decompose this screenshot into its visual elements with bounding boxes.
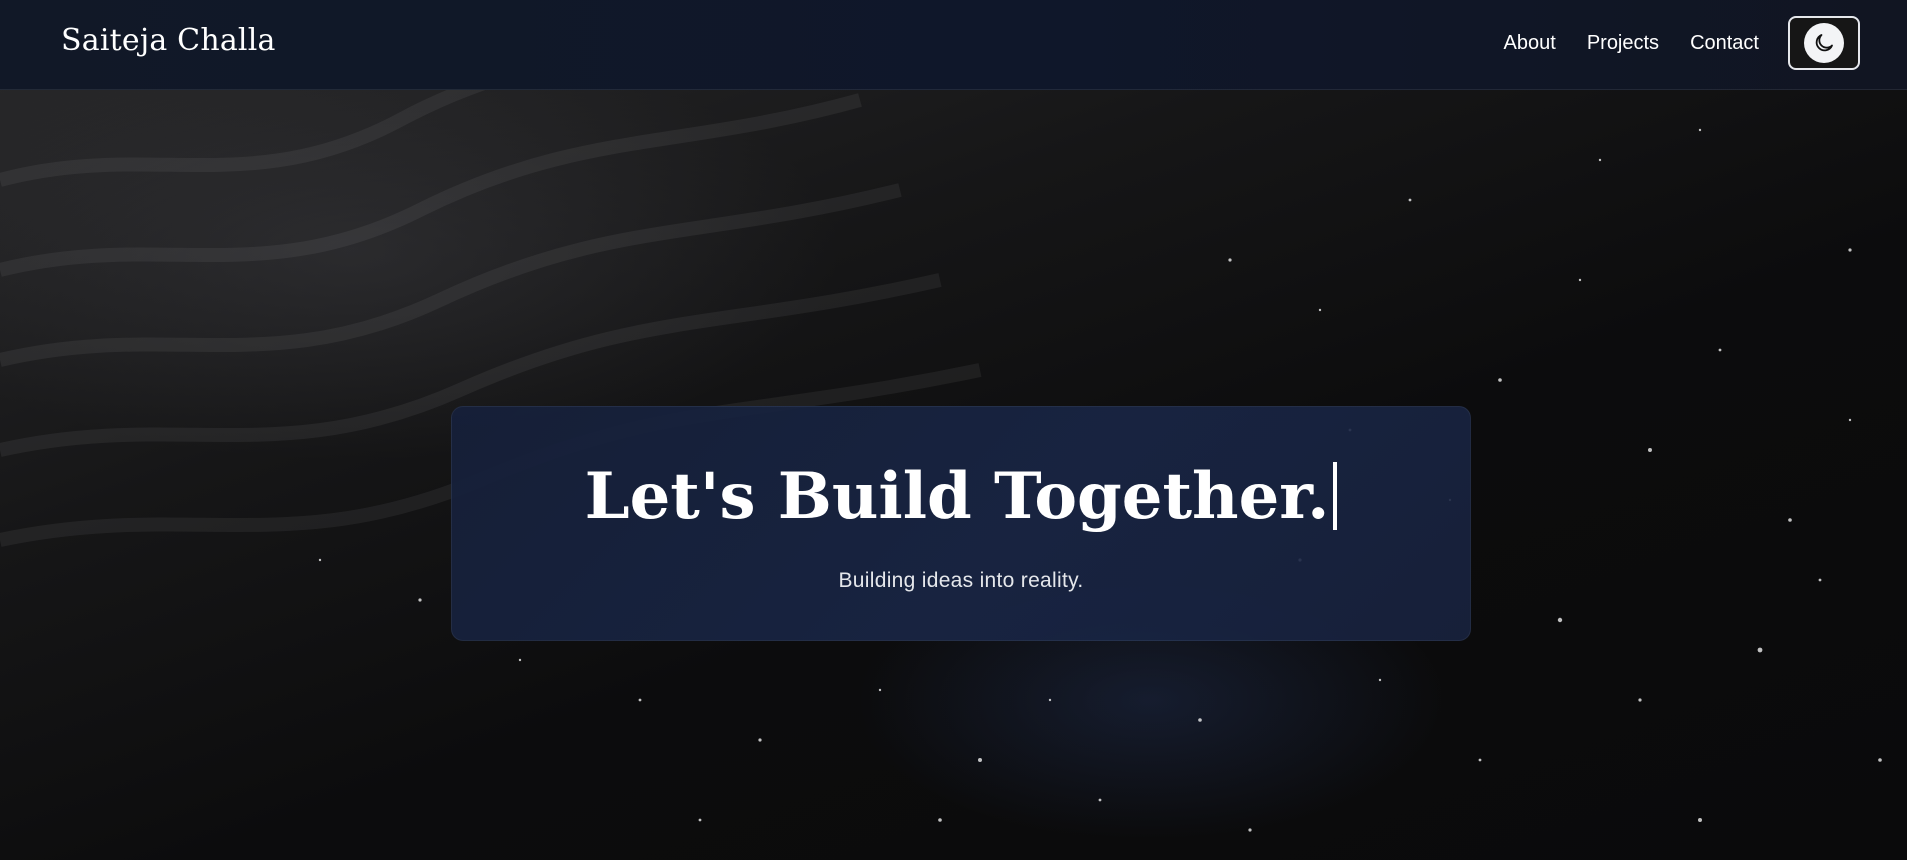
main-nav: About Projects Contact [1504,30,1759,56]
typing-cursor [1333,462,1338,530]
hero-subtitle: Building ideas into reality. [838,569,1084,592]
hero-title: Let's Build Together. [452,457,1470,537]
toggle-knob [1804,23,1844,63]
nav-link-projects[interactable]: Projects [1587,30,1659,56]
top-navbar: Saiteja Challa About Projects Contact [0,0,1907,90]
nav-link-about[interactable]: About [1504,30,1556,56]
theme-toggle-button[interactable] [1788,16,1860,70]
brand-name[interactable]: Saiteja Challa [61,23,276,58]
nav-link-contact[interactable]: Contact [1690,30,1759,56]
hero-card: Let's Build Together. Building ideas int… [451,406,1471,641]
page: Saiteja Challa About Projects Contact Le… [0,0,1907,860]
moon-icon [1815,34,1833,52]
hero-title-text: Let's Build Together. [584,459,1330,534]
